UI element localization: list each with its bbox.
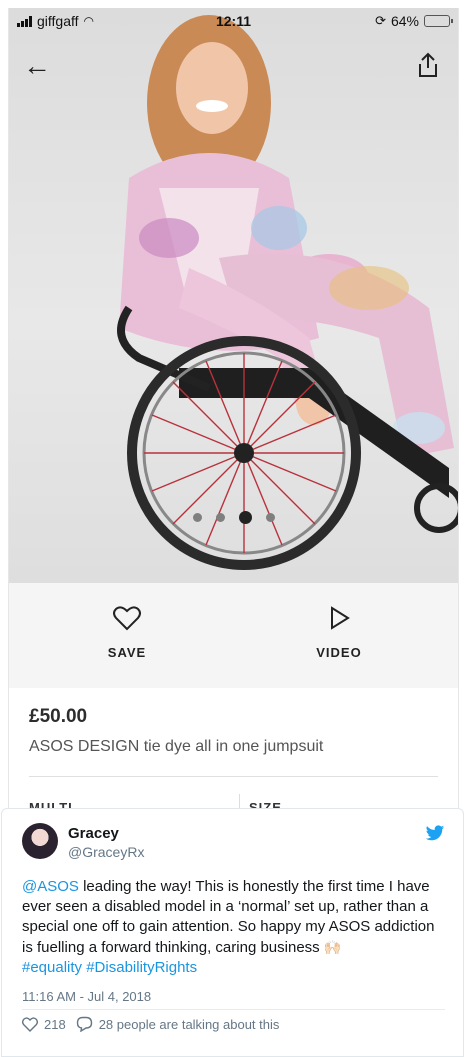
- status-bar: giffgaff ◠ 12:11 ⟳ 64%: [9, 8, 458, 34]
- carousel-indicator[interactable]: [9, 511, 458, 524]
- tweet-timestamp[interactable]: 11:16 AM - Jul 4, 2018: [22, 989, 151, 1004]
- engagement-bar: 218 28 people are talking about this: [22, 1016, 279, 1032]
- tweet-card: Gracey @GraceyRx @ASOS leading the way! …: [1, 808, 464, 1057]
- user-handle[interactable]: @GraceyRx: [68, 844, 144, 860]
- carousel-dot[interactable]: [215, 513, 225, 522]
- back-arrow-icon[interactable]: ←: [23, 52, 51, 80]
- conversation-link[interactable]: 28 people are talking about this: [99, 1017, 280, 1032]
- colour-select[interactable]: MULTI: [29, 800, 73, 808]
- action-bar: SAVE VIDEO: [9, 583, 458, 688]
- mention-link[interactable]: @ASOS: [22, 878, 79, 895]
- select-divider: [239, 794, 240, 808]
- tweet-text: @ASOS leading the way! This is honestly …: [22, 877, 445, 978]
- size-select[interactable]: SIZE: [249, 800, 282, 808]
- like-count[interactable]: 218: [44, 1017, 66, 1032]
- save-button[interactable]: SAVE: [67, 605, 187, 660]
- avatar[interactable]: [22, 823, 58, 859]
- heart-icon: [113, 606, 141, 631]
- heart-icon[interactable]: [22, 1016, 38, 1032]
- carousel-dot[interactable]: [192, 513, 202, 522]
- model-in-wheelchair-image: [117, 15, 458, 570]
- carousel-dot[interactable]: [265, 513, 275, 522]
- display-name[interactable]: Gracey: [68, 825, 119, 842]
- battery-percent: 64%: [390, 13, 419, 29]
- lock-rotation-icon: ⟳: [375, 13, 386, 28]
- tweet-body: leading the way! This is honestly the fi…: [22, 878, 435, 956]
- video-label: VIDEO: [316, 645, 362, 660]
- reply-bubble-icon[interactable]: [76, 1016, 93, 1032]
- battery-icon: [424, 15, 453, 27]
- hashtag-equality[interactable]: #equality: [22, 959, 82, 976]
- carousel-dot[interactable]: [238, 511, 252, 524]
- product-info: £50.00 ASOS DESIGN tie dye all in one ju…: [9, 688, 458, 808]
- play-icon: [331, 606, 350, 630]
- raised-hands-emoji: 🙌🏻: [323, 939, 342, 955]
- product-photo: [9, 8, 458, 583]
- save-label: SAVE: [107, 645, 147, 660]
- product-name: ASOS DESIGN tie dye all in one jumpsuit: [29, 738, 324, 755]
- divider: [29, 776, 438, 777]
- share-icon[interactable]: [416, 52, 440, 78]
- divider: [22, 1009, 445, 1010]
- video-button[interactable]: VIDEO: [279, 605, 399, 660]
- product-price: £50.00: [29, 706, 88, 727]
- embedded-screenshot: giffgaff ◠ 12:11 ⟳ 64% ← SAVE VIDEO £50.…: [8, 8, 459, 808]
- twitter-bird-icon[interactable]: [425, 825, 445, 842]
- status-right: ⟳ 64%: [375, 13, 453, 29]
- hashtag-disabilityrights[interactable]: #DisabilityRights: [86, 959, 197, 976]
